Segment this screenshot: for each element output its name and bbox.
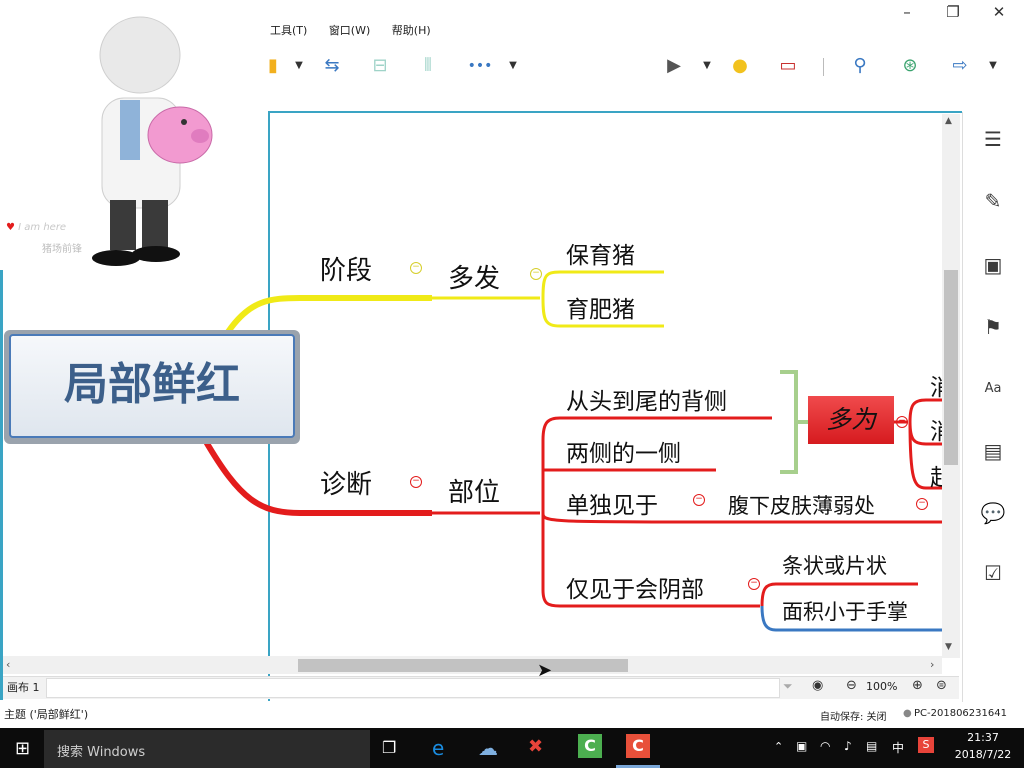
- right-panel-divider: [962, 112, 963, 702]
- chevron-up-icon[interactable]: ⌃: [774, 740, 783, 753]
- xmind-icon[interactable]: ✖: [528, 736, 543, 757]
- taskbar-search-placeholder: 搜索 Windows: [57, 745, 146, 760]
- collapse-icon[interactable]: −: [896, 416, 908, 428]
- zoom-level: 100%: [866, 680, 898, 693]
- leaf-nursery-pig[interactable]: 保育猪: [566, 236, 635, 270]
- topic-location[interactable]: 部位: [448, 472, 500, 509]
- leaf-strip-or-patch[interactable]: 条状或片状: [782, 550, 887, 580]
- status-topic: 主题 ('局部鲜红'): [4, 708, 89, 721]
- edge-icon[interactable]: e: [432, 736, 444, 760]
- outline-icon[interactable]: ☰: [978, 124, 1008, 154]
- ime-indicator[interactable]: 中: [892, 739, 904, 756]
- status-dot-icon: ●: [903, 708, 912, 719]
- format-brush-icon[interactable]: ✎: [978, 186, 1008, 216]
- collapse-icon[interactable]: −: [410, 476, 422, 488]
- marker-flag-icon[interactable]: ⚑: [978, 312, 1008, 342]
- camtasia-recorder-icon[interactable]: C: [626, 734, 650, 758]
- diagnosis-connector: [202, 438, 432, 516]
- stage-connector: [225, 295, 432, 334]
- image-icon[interactable]: ▣: [978, 250, 1008, 280]
- heart-icon: ♥: [6, 222, 15, 233]
- branch-stage[interactable]: 阶段: [320, 250, 372, 287]
- clock-date[interactable]: 2018/7/22: [950, 748, 1016, 761]
- collapse-icon[interactable]: −: [410, 262, 422, 274]
- chevron-right-icon[interactable]: ›: [930, 658, 934, 671]
- zoom-out-icon[interactable]: ⊖: [846, 678, 857, 693]
- collapse-icon[interactable]: −: [693, 494, 705, 506]
- collapse-icon[interactable]: −: [748, 578, 760, 590]
- network-icon[interactable]: ▣: [796, 739, 807, 753]
- windows-start-icon[interactable]: ⊞: [15, 738, 30, 759]
- sogou-input-icon[interactable]: S: [918, 737, 934, 753]
- eye-icon[interactable]: ◉: [812, 678, 823, 693]
- camtasia-green-icon[interactable]: C: [578, 734, 602, 758]
- leaf-seen-alone[interactable]: 单独见于: [566, 486, 658, 520]
- volume-icon[interactable]: ♪: [844, 739, 852, 753]
- notification-icon[interactable]: ▤: [866, 739, 877, 753]
- pc-name: PC-201806231641: [914, 708, 1007, 719]
- leaf-finishing-pig[interactable]: 育肥猪: [566, 290, 635, 324]
- chevron-left-icon[interactable]: ‹: [6, 658, 10, 671]
- note-icon[interactable]: ▤: [978, 436, 1008, 466]
- zoom-in-icon[interactable]: ⊕: [912, 678, 923, 693]
- chevron-up-icon[interactable]: ▲: [945, 116, 952, 126]
- vertical-scroll-thumb[interactable]: [944, 270, 958, 465]
- topic-frequent[interactable]: 多发: [448, 258, 500, 295]
- summary-bracket: [780, 370, 808, 474]
- doctor-mascot-image: [92, 16, 213, 266]
- collapse-icon[interactable]: −: [530, 268, 542, 280]
- zoom-menu-icon[interactable]: ⊜: [936, 678, 947, 693]
- task-icon[interactable]: ☑: [978, 558, 1008, 588]
- task-view-icon[interactable]: ❐: [382, 738, 396, 757]
- cloud-app-icon[interactable]: ☁: [478, 736, 498, 760]
- text-style-icon[interactable]: Aa: [978, 374, 1008, 404]
- summary-topic[interactable]: 多为: [808, 396, 894, 444]
- horizontal-scroll-thumb[interactable]: [298, 659, 628, 672]
- mascot-tagline: ♥ I am here: [6, 222, 66, 233]
- filter-icon[interactable]: ⏷: [783, 679, 793, 694]
- central-topic[interactable]: 局部鲜红: [9, 334, 295, 438]
- leaf-belly-skin[interactable]: 腹下皮肤薄弱处: [728, 490, 875, 520]
- leaf-back-head-to-tail[interactable]: 从头到尾的背侧: [566, 382, 727, 416]
- wifi-icon[interactable]: ◠: [820, 739, 830, 753]
- canvas-tab-strip: [46, 678, 780, 698]
- canvas-tab[interactable]: 画布 1: [7, 679, 40, 695]
- comment-icon[interactable]: 💬: [978, 498, 1008, 528]
- leaf-perineum-only[interactable]: 仅见于会阴部: [566, 570, 704, 604]
- clock-time[interactable]: 21:37: [954, 731, 1012, 744]
- leaf-one-side[interactable]: 两侧的一侧: [566, 434, 681, 468]
- mascot-tagline-text: I am here: [18, 222, 67, 233]
- collapse-icon[interactable]: −: [916, 498, 928, 510]
- leaf-smaller-than-palm[interactable]: 面积小于手掌: [782, 596, 908, 626]
- mascot-subtitle: 猪场前锋: [42, 244, 82, 255]
- autosave-status[interactable]: 自动保存: 关闭: [820, 708, 887, 723]
- branch-diagnosis[interactable]: 诊断: [320, 464, 372, 501]
- chevron-down-icon[interactable]: ▼: [945, 642, 952, 652]
